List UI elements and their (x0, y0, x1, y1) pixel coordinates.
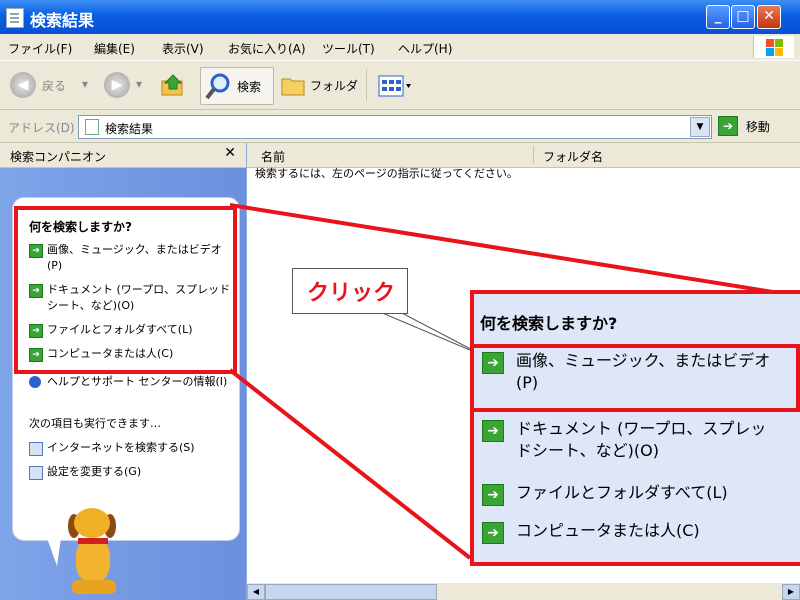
up-folder-icon[interactable] (160, 73, 186, 97)
go-label: 移動 (745, 119, 770, 134)
address-dropdown-icon[interactable]: ▼ (690, 117, 710, 137)
forward-dropdown-icon[interactable]: ▾ (136, 77, 142, 91)
help-icon (29, 376, 41, 388)
address-value: 検索結果 (105, 122, 154, 136)
click-callout: クリック (292, 268, 408, 314)
scroll-thumb[interactable] (265, 584, 437, 600)
arrow-icon: ➔ (482, 420, 504, 442)
maximize-button[interactable]: □ (731, 5, 755, 29)
close-button[interactable]: ✕ (757, 5, 781, 29)
menu-help[interactable]: ヘルプ(H) (398, 40, 452, 57)
search-icon (205, 72, 231, 103)
pane-header: 検索コンパニオン ✕ (0, 143, 246, 168)
arrow-icon: ➔ (482, 484, 504, 506)
go-arrow-icon: ➔ (718, 116, 738, 136)
window-title: 検索結果 (30, 11, 95, 30)
menu-view[interactable]: 表示(V) (162, 40, 204, 57)
menu-tools[interactable]: ツール(T) (322, 40, 375, 57)
arrow-icon: ➔ (482, 522, 504, 544)
minimize-button[interactable]: _ (706, 5, 730, 29)
column-name[interactable]: 名前 (261, 148, 285, 165)
option-change-settings[interactable]: 設定を変更する(G) (29, 464, 234, 480)
column-divider[interactable] (533, 146, 534, 164)
zoom-heading: 何を検索しますか? (480, 314, 618, 333)
forward-icon[interactable]: ▶ (104, 72, 130, 98)
go-button[interactable]: ➔ 移動 (718, 116, 770, 136)
menu-edit[interactable]: 編集(E) (94, 40, 135, 57)
address-input[interactable]: 検索結果 ▼ (78, 115, 712, 139)
address-label: アドレス(D) (8, 121, 75, 135)
xp-logo-icon (753, 36, 794, 58)
toolbar-separator (366, 69, 367, 101)
pane-close-icon[interactable]: ✕ (224, 145, 236, 161)
page-icon (85, 119, 99, 135)
option-help-center[interactable]: ヘルプとサポート センターの情報(I) (29, 374, 234, 390)
search-button[interactable]: 検索 (200, 67, 274, 105)
title-bar: 検索結果 _ □ ✕ (0, 0, 800, 34)
pane-title: 検索コンパニオン (10, 150, 107, 164)
address-bar: アドレス(D) 検索結果 ▼ ➔ 移動 (0, 110, 800, 143)
callout-text: クリック (307, 281, 396, 306)
bubble-tail (47, 538, 61, 566)
folder-label[interactable]: フォルダ (310, 77, 358, 94)
menu-file[interactable]: ファイル(F) (8, 40, 72, 57)
scroll-right-icon[interactable]: ▶ (782, 584, 800, 600)
back-dropdown-icon[interactable]: ▾ (82, 77, 88, 91)
highlight-box-small (14, 206, 237, 374)
zoom-option-all-files[interactable]: ➔ ファイルとフォルダすべて(L) (482, 482, 782, 506)
option-internet-search[interactable]: インターネットを検索する(S) (29, 440, 234, 456)
column-folder[interactable]: フォルダ名 (543, 148, 603, 165)
zoom-option-documents[interactable]: ➔ ドキュメント (ワープロ、スプレッドシート、など)(O) (482, 418, 782, 462)
scroll-left-icon[interactable]: ◀ (247, 584, 265, 600)
window-icon (6, 8, 24, 28)
menu-bar: ファイル(F) 編集(E) 表示(V) お気に入り(A) ツール(T) ヘルプ(… (0, 34, 800, 61)
results-hint: 検索するには、左のページの指示に従ってください。 (255, 167, 518, 180)
back-icon[interactable]: ◀ (10, 72, 36, 98)
settings-icon (29, 466, 43, 480)
back-label[interactable]: 戻る (42, 77, 66, 94)
folder-icon[interactable] (280, 73, 306, 100)
menu-favorites[interactable]: お気に入り(A) (228, 40, 306, 57)
zoom-option-computers-people[interactable]: ➔ コンピュータまたは人(C) (482, 520, 782, 544)
also-heading: 次の項目も実行できます… (29, 417, 161, 430)
search-label: 検索 (237, 80, 262, 94)
highlight-box-zoom-item (470, 344, 800, 412)
toolbar: ◀ 戻る ▾ ▶ ▾ 検索 フォルダ (0, 61, 800, 110)
internet-icon (29, 442, 43, 456)
views-icon[interactable] (378, 75, 412, 100)
zoomed-panel: 何を検索しますか? ➔ 画像、ミュージック、またはビデオ(P) ➔ ドキュメント… (470, 290, 800, 566)
horizontal-scrollbar[interactable]: ◀ ▶ (247, 583, 800, 600)
dog-assistant-icon[interactable] (64, 508, 122, 596)
